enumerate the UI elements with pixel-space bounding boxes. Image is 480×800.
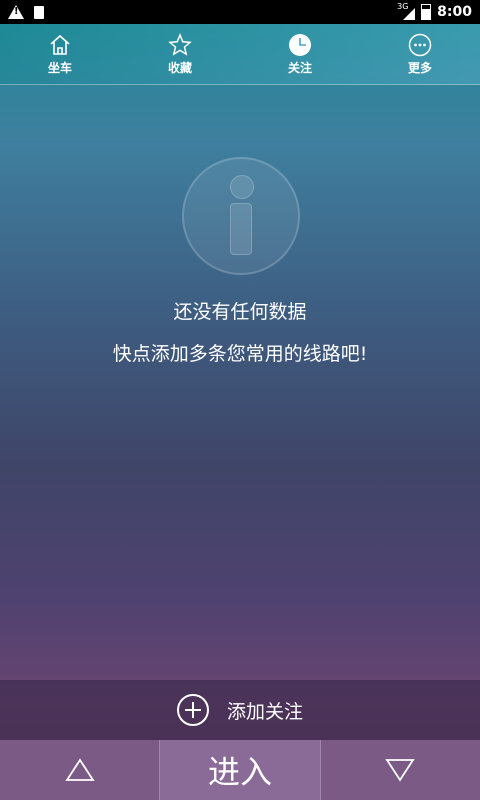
tab-more[interactable]: 更多 (360, 24, 480, 84)
add-follow-button[interactable]: 添加关注 (0, 680, 480, 740)
tab-label: 更多 (407, 60, 432, 75)
more-icon (408, 33, 432, 56)
plus-circle-icon (176, 694, 209, 726)
tab-favorites[interactable]: 收藏 (120, 24, 240, 84)
star-icon (168, 32, 192, 56)
triangle-up-icon (64, 758, 95, 781)
tab-label: 坐车 (47, 60, 72, 75)
status-bar: 3G 8:00 (0, 0, 480, 24)
enter-button[interactable]: 进入 (159, 740, 321, 800)
down-button[interactable] (320, 740, 480, 800)
tab-label: 收藏 (167, 60, 192, 75)
battery-icon (421, 4, 432, 20)
up-button[interactable] (0, 740, 160, 800)
tab-ride[interactable]: 坐车 (0, 24, 120, 84)
enter-label: 进入 (207, 753, 272, 791)
triangle-down-icon (385, 759, 415, 782)
empty-message-hint: 快点添加多条您常用的线路吧! (112, 343, 368, 365)
warning-icon (8, 5, 24, 19)
top-nav: 坐车 收藏 关注 更多 (0, 24, 480, 85)
signal-icon: 3G (397, 2, 416, 20)
tab-label: 关注 (287, 60, 312, 75)
add-follow-label: 添加关注 (226, 700, 303, 723)
clock-icon (289, 33, 311, 56)
clock: 8:00 (437, 4, 472, 20)
info-icon (182, 157, 300, 275)
status-right: 3G 8:00 (397, 2, 472, 20)
empty-message-title: 还没有任何数据 (173, 301, 307, 323)
sd-card-icon (34, 5, 44, 19)
tab-follow[interactable]: 关注 (240, 24, 360, 84)
bottom-bar: 进入 (0, 740, 480, 800)
home-icon (50, 34, 70, 55)
status-left (8, 5, 44, 19)
